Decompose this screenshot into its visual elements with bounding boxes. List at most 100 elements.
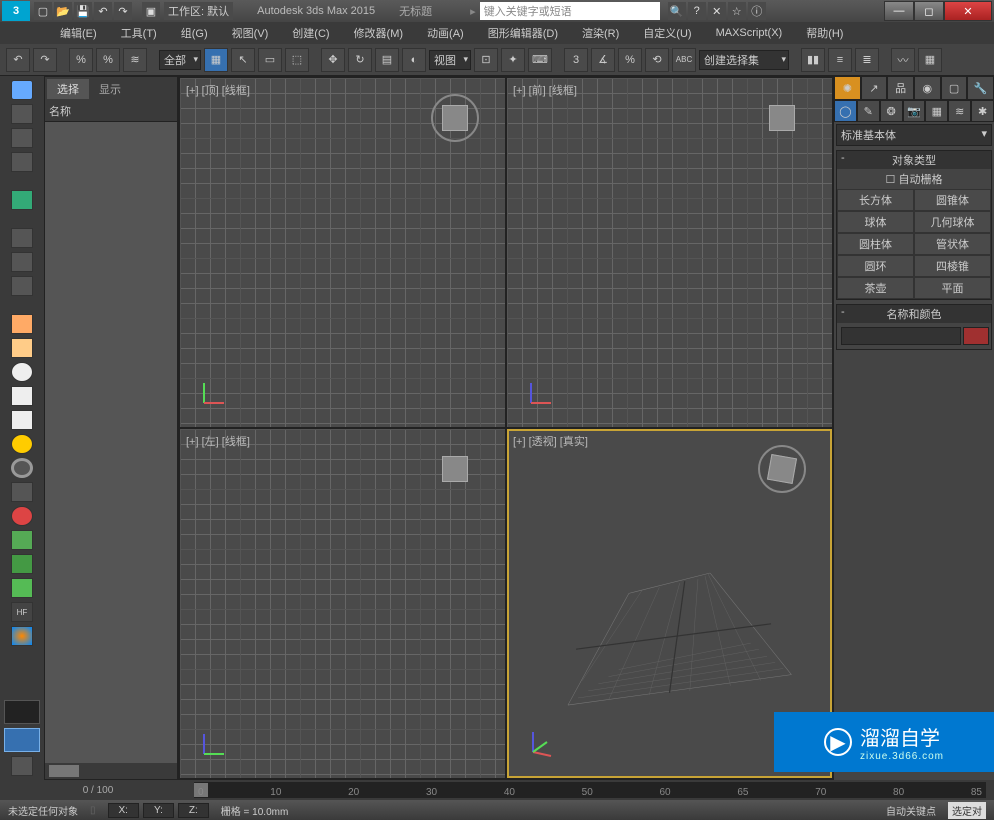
- viewcube-left[interactable]: [435, 449, 475, 489]
- rotate-button[interactable]: ↻: [348, 48, 372, 72]
- create-tab[interactable]: ✺: [834, 76, 861, 100]
- vp-left-label[interactable]: [+] [左] [线框]: [186, 433, 250, 449]
- autogrid-checkbox[interactable]: ☐ 自动栅格: [837, 169, 991, 189]
- workspace-dropdown[interactable]: 工作区: 默认: [164, 2, 233, 20]
- teapot-button[interactable]: 茶壶: [837, 277, 914, 299]
- save-icon[interactable]: 💾: [74, 2, 92, 20]
- viewport-top[interactable]: [+] [顶] [线框]: [180, 78, 505, 427]
- name-input[interactable]: [841, 327, 961, 345]
- vp-persp-label[interactable]: [+] [透视] [真实]: [513, 433, 588, 449]
- new-file-icon[interactable]: ▢: [34, 2, 52, 20]
- viewcube-front[interactable]: [762, 98, 802, 138]
- tube-button[interactable]: 管状体: [914, 233, 991, 255]
- speaker-icon[interactable]: [11, 228, 33, 248]
- menu-animation[interactable]: 动画(A): [415, 22, 476, 44]
- placement-button[interactable]: ◐: [402, 48, 426, 72]
- schematic-button[interactable]: ▦: [918, 48, 942, 72]
- viewport-front[interactable]: [+] [前] [线框]: [507, 78, 832, 427]
- menu-create[interactable]: 创建(C): [280, 22, 341, 44]
- cylinder-button[interactable]: 圆柱体: [837, 233, 914, 255]
- open-icon[interactable]: 📂: [54, 2, 72, 20]
- y-field[interactable]: Y:: [143, 803, 174, 818]
- sphere-map-icon[interactable]: [11, 276, 33, 296]
- tab-select[interactable]: 选择: [47, 79, 89, 99]
- spacewarp-subtab[interactable]: ≋: [948, 100, 971, 122]
- grid-icon[interactable]: [11, 152, 33, 172]
- cylinder-icon[interactable]: [11, 386, 33, 406]
- link-button[interactable]: %: [69, 48, 93, 72]
- x-field[interactable]: X:: [108, 803, 139, 818]
- menu-graph[interactable]: 图形编辑器(D): [476, 22, 570, 44]
- geometry-subtab[interactable]: ◯: [834, 100, 857, 122]
- align-button[interactable]: ≡: [828, 48, 852, 72]
- menu-maxscript[interactable]: MAXScript(X): [704, 24, 795, 42]
- sphere-icon[interactable]: [11, 362, 33, 382]
- col-name-header[interactable]: 名称: [45, 101, 177, 122]
- select-name-button[interactable]: ↖: [231, 48, 255, 72]
- app-logo[interactable]: 3: [2, 1, 30, 21]
- cone-icon[interactable]: [11, 410, 33, 430]
- window-crossing-button[interactable]: ⬚: [285, 48, 309, 72]
- motion-tab[interactable]: ◉: [914, 76, 941, 100]
- sun-icon[interactable]: [11, 434, 33, 454]
- snap-3-button[interactable]: 3: [564, 48, 588, 72]
- help-icon[interactable]: ?: [688, 2, 706, 20]
- menu-group[interactable]: 组(G): [169, 22, 220, 44]
- abc-button[interactable]: ABC: [672, 48, 696, 72]
- selset-dropdown[interactable]: 创建选择集: [699, 50, 789, 70]
- palette-icon[interactable]: [11, 626, 33, 646]
- spinner-snap-button[interactable]: ⟲: [645, 48, 669, 72]
- menu-tools[interactable]: 工具(T): [109, 22, 169, 44]
- refcoord-dropdown[interactable]: 视图: [429, 50, 471, 70]
- teapot-icon[interactable]: [11, 80, 33, 100]
- leaf-icon[interactable]: [11, 554, 33, 574]
- color-swatch[interactable]: [963, 327, 989, 345]
- world-icon[interactable]: [11, 190, 33, 210]
- menu-view[interactable]: 视图(V): [220, 22, 281, 44]
- hierarchy-tab[interactable]: 品: [887, 76, 914, 100]
- plane-button[interactable]: 平面: [914, 277, 991, 299]
- scale-button[interactable]: ▤: [375, 48, 399, 72]
- pivot-button[interactable]: ⊡: [474, 48, 498, 72]
- region-rect-button[interactable]: ▭: [258, 48, 282, 72]
- torus-button[interactable]: 圆环: [837, 255, 914, 277]
- filter-dropdown[interactable]: 全部: [159, 50, 201, 70]
- box-button[interactable]: 长方体: [837, 189, 914, 211]
- star-icon[interactable]: ☆: [728, 2, 746, 20]
- undo-button[interactable]: ↶: [6, 48, 30, 72]
- layer-button[interactable]: ≣: [855, 48, 879, 72]
- vp-front-label[interactable]: [+] [前] [线框]: [513, 82, 577, 98]
- layout-thumb-2[interactable]: [4, 728, 40, 752]
- maximize-button[interactable]: ◻: [914, 1, 944, 21]
- move-button[interactable]: ✥: [321, 48, 345, 72]
- menu-render[interactable]: 渲染(R): [570, 22, 631, 44]
- close-button[interactable]: ✕: [944, 1, 992, 21]
- modify-tab[interactable]: ↗: [861, 76, 888, 100]
- exchange-icon[interactable]: ✕: [708, 2, 726, 20]
- ring-icon[interactable]: [11, 458, 33, 478]
- particles-icon[interactable]: [11, 482, 33, 502]
- menu-help[interactable]: 帮助(H): [794, 22, 855, 44]
- minimize-button[interactable]: —: [884, 1, 914, 21]
- object-type-header[interactable]: 对象类型: [837, 151, 991, 169]
- shapes-subtab[interactable]: ✎: [857, 100, 880, 122]
- lights-subtab[interactable]: ❂: [880, 100, 903, 122]
- geosphere-button[interactable]: 几何球体: [914, 211, 991, 233]
- layout-grid-icon[interactable]: [11, 756, 33, 776]
- scene-hscroll[interactable]: [45, 763, 177, 779]
- manip-button[interactable]: ✦: [501, 48, 525, 72]
- utilities-tab[interactable]: 🔧: [967, 76, 994, 100]
- systems-subtab[interactable]: ✱: [971, 100, 994, 122]
- selset-label[interactable]: 选定对: [948, 802, 986, 819]
- category-dropdown[interactable]: 标准基本体: [836, 124, 992, 146]
- curve-editor-button[interactable]: 〰: [891, 48, 915, 72]
- z-field[interactable]: Z:: [178, 803, 209, 818]
- menu-edit[interactable]: 编辑(E): [48, 22, 109, 44]
- layout-thumb-1[interactable]: [4, 700, 40, 724]
- bind-button[interactable]: ≋: [123, 48, 147, 72]
- cameras-subtab[interactable]: 📷: [903, 100, 926, 122]
- pin-icon[interactable]: [11, 506, 33, 526]
- menu-customize[interactable]: 自定义(U): [631, 22, 703, 44]
- sphere-button[interactable]: 球体: [837, 211, 914, 233]
- moon-icon[interactable]: [11, 252, 33, 272]
